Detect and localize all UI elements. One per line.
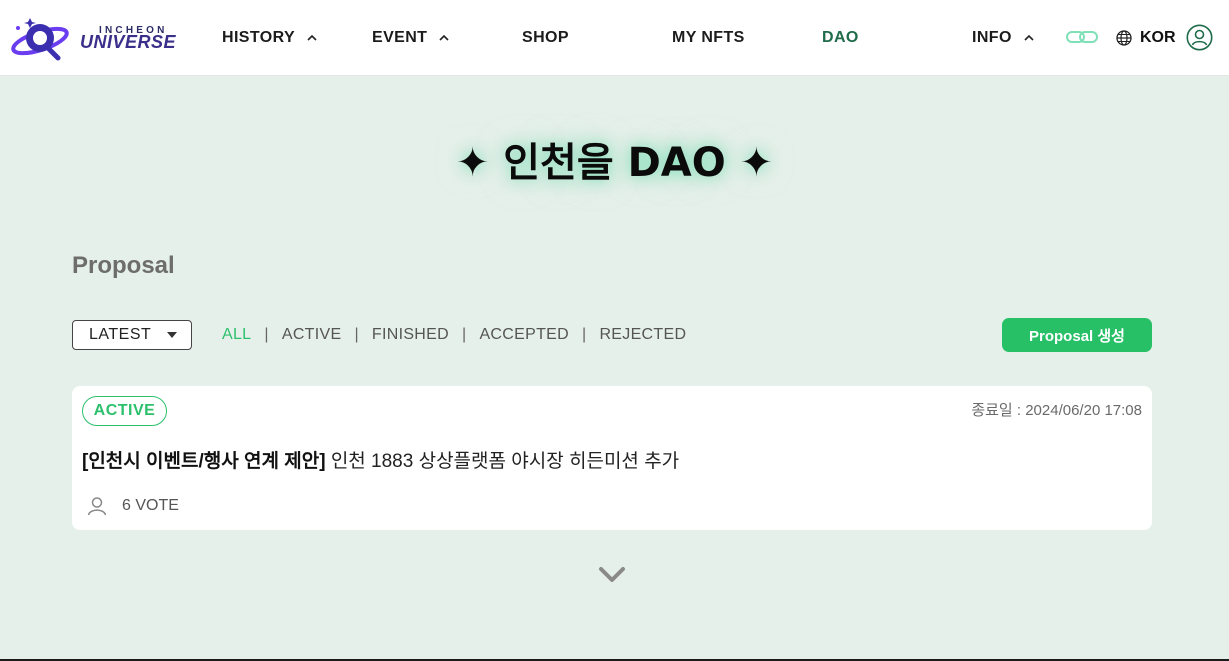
logo-text-big: UNIVERSE [80,32,177,52]
filter-finished[interactable]: FINISHED [372,326,449,344]
chevron-up-icon [437,31,451,45]
filter-accepted[interactable]: ACCEPTED [479,326,569,344]
chevron-up-icon [1022,31,1036,45]
section-title: Proposal [72,252,175,279]
proposal-card[interactable]: ACTIVE 종료일 : 2024/06/20 17:08 [인천시 이벤트/행… [72,386,1152,530]
sort-dropdown[interactable]: LATEST [72,320,192,350]
nav-event-label: EVENT [372,29,428,46]
nav-dao[interactable]: DAO [822,26,859,50]
chevron-down-icon[interactable] [598,565,626,585]
nav-my-nfts-label: MY NFTS [672,29,745,46]
filter-separator: | [461,326,467,343]
proposal-title-text: 인천 1883 상상플랫폼 야시장 히든미션 추가 [330,451,680,472]
nav-history[interactable]: HISTORY [222,26,319,50]
page: INCHEON UNIVERSE HISTORY EVENT SHOP MY N… [0,0,1229,661]
vote-count: 6 VOTE [86,494,179,518]
nav-info-label: INFO [972,29,1012,46]
nav-my-nfts[interactable]: MY NFTS [672,26,745,50]
status-badge: ACTIVE [82,396,167,426]
page-title: ✦ 인천을 DAO ✦ [455,140,774,186]
create-proposal-button[interactable]: Proposal 생성 [1002,318,1152,352]
filter-all[interactable]: ALL [222,326,251,344]
filter-separator: | [354,326,359,343]
proposal-title[interactable]: [인천시 이벤트/행사 연계 제안] 인천 1883 상상플랫폼 야시장 히든미… [82,446,679,473]
nav-dao-label: DAO [822,29,859,46]
language-label: KOR [1140,29,1176,46]
vote-count-label: 6 VOTE [122,497,179,514]
filter-active[interactable]: ACTIVE [282,326,342,344]
proposal-category: [인천시 이벤트/행사 연계 제안] [82,451,326,472]
user-circle-icon[interactable] [1186,24,1213,51]
chevron-up-icon [305,31,319,45]
language-selector[interactable]: KOR [1116,26,1176,50]
caret-down-icon [167,332,178,338]
logo-planet-icon [11,18,69,61]
filter-rejected[interactable]: REJECTED [599,326,686,344]
filter-separator: | [581,326,587,343]
logo[interactable]: INCHEON UNIVERSE [10,14,185,62]
nav-shop[interactable]: SHOP [522,26,569,50]
end-date: 종료일 : 2024/06/20 17:08 [971,402,1142,419]
sort-dropdown-value: LATEST [89,326,152,343]
nav-event[interactable]: EVENT [372,26,451,50]
user-icon [87,497,107,516]
nav-info[interactable]: INFO [972,26,1036,50]
nav-shop-label: SHOP [522,29,569,46]
filter-separator: | [264,326,269,343]
globe-icon [1116,30,1132,46]
nav-history-label: HISTORY [222,29,296,46]
top-navigation: INCHEON UNIVERSE HISTORY EVENT SHOP MY N… [0,0,1229,76]
link-icon[interactable] [1066,29,1098,45]
status-filter-tabs: ALL | ACTIVE | FINISHED | ACCEPTED | REJ… [222,324,686,346]
